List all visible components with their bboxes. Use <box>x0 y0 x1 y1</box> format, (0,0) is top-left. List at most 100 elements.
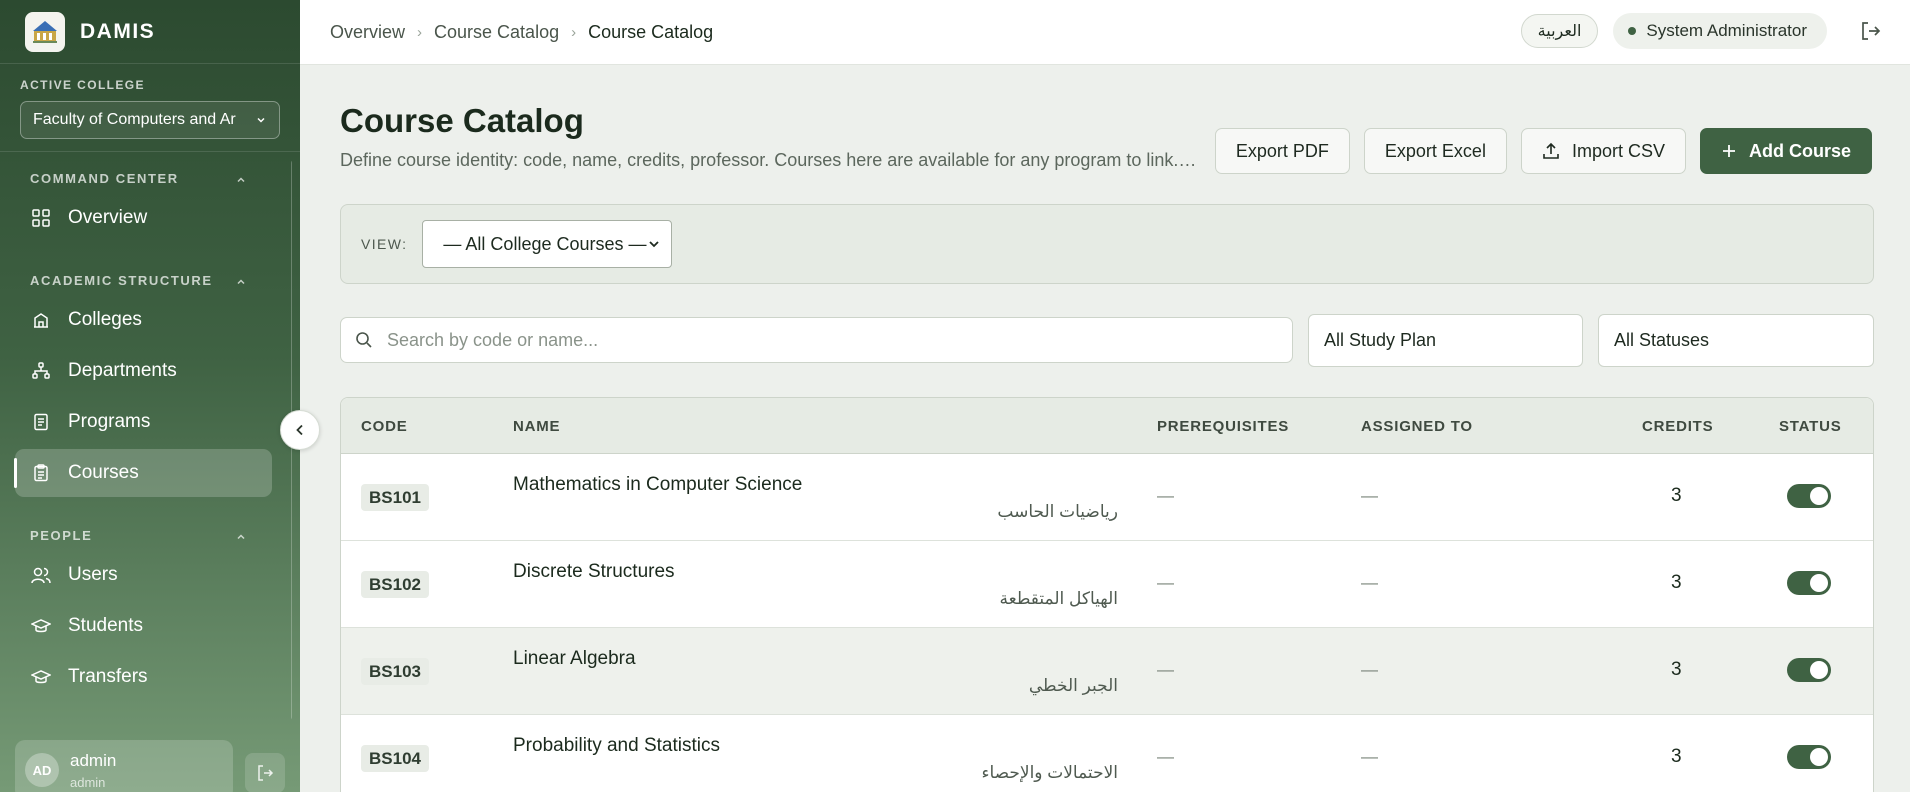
course-assigned-to: — <box>1361 747 1378 766</box>
course-assigned-to: — <box>1361 660 1378 679</box>
search-placeholder: Search by code or name... <box>387 329 599 350</box>
chevron-right-icon: › <box>571 23 577 41</box>
hierarchy-icon <box>31 361 51 381</box>
button-label: Export Excel <box>1384 140 1486 161</box>
sidebar-item-programs[interactable]: Programs <box>15 398 272 446</box>
upload-icon <box>1542 142 1560 160</box>
sidebar-nav: COMMAND CENTER Overview ACADEMIC STRUCTU… <box>0 152 292 724</box>
sidebar-item-users[interactable]: Users <box>15 551 272 599</box>
chevron-up-icon <box>237 279 245 285</box>
user-role: admin <box>70 774 106 790</box>
user-meta: admin admin <box>70 751 116 790</box>
active-college-select[interactable]: Faculty of Computers and Ar <box>20 101 280 139</box>
breadcrumb-item-course-catalog[interactable]: Course Catalog <box>434 22 559 43</box>
logout-button[interactable] <box>1855 16 1885 46</box>
section-command-center[interactable]: COMMAND CENTER <box>0 152 292 192</box>
header-assigned-to[interactable]: ASSIGNED TO <box>1361 418 1473 435</box>
header-status[interactable]: STATUS <box>1779 418 1842 435</box>
course-assigned-to: — <box>1361 486 1378 505</box>
chevron-down-icon <box>257 117 265 123</box>
course-prerequisites: — <box>1157 486 1174 505</box>
status-toggle[interactable] <box>1787 484 1831 508</box>
course-credits: 3 <box>1671 572 1682 593</box>
export-pdf-button[interactable]: Export PDF <box>1214 128 1350 174</box>
sidebar-item-overview[interactable]: Overview <box>15 194 272 242</box>
course-code: BS101 <box>361 484 429 511</box>
course-name-ar: الهياكل المتقطعة <box>999 589 1118 608</box>
search-icon <box>356 332 372 348</box>
course-name-ar: الاحتمالات والإحصاء <box>981 763 1118 782</box>
sidebar-item-courses[interactable]: Courses <box>14 449 272 497</box>
course-credits: 3 <box>1671 485 1682 506</box>
sidebar: DAMIS ACTIVE COLLEGE Faculty of Computer… <box>0 0 300 792</box>
user-pill-label: System Administrator <box>1646 21 1807 40</box>
building-icon <box>31 310 51 330</box>
status-toggle[interactable] <box>1787 658 1831 682</box>
sidebar-item-departments[interactable]: Departments <box>15 347 272 395</box>
status-filter[interactable]: All Statuses <box>1598 314 1874 367</box>
user-pill[interactable]: System Administrator <box>1613 13 1827 49</box>
view-panel: VIEW: — All College Courses — <box>340 204 1874 284</box>
course-assigned-to: — <box>1361 573 1378 592</box>
sidebar-item-label: Students <box>68 615 143 636</box>
active-college-value: Faculty of Computers and Ar <box>33 111 236 128</box>
user-card[interactable]: AD admin admin <box>15 740 233 792</box>
sidebar-item-label: Courses <box>68 462 139 483</box>
breadcrumb-item-overview[interactable]: Overview <box>330 22 405 43</box>
sidebar-item-label: Overview <box>68 207 148 228</box>
active-college-label: ACTIVE COLLEGE <box>20 78 145 92</box>
view-select-value: — All College Courses — <box>443 233 647 254</box>
header-name[interactable]: NAME <box>513 418 560 435</box>
export-excel-button[interactable]: Export Excel <box>1363 128 1507 174</box>
section-title: PEOPLE <box>30 528 93 543</box>
breadcrumb-current: Course Catalog <box>588 21 714 42</box>
section-people[interactable]: PEOPLE <box>0 509 292 549</box>
courses-table: CODE NAME PREREQUISITES ASSIGNED TO CRED… <box>340 397 1874 792</box>
search-input[interactable]: Search by code or name... <box>340 317 1293 363</box>
sidebar-collapse-button[interactable] <box>280 410 320 450</box>
view-select[interactable]: — All College Courses — <box>422 220 673 268</box>
table-row[interactable]: BS102 Discrete Structures الهياكل المتقط… <box>341 541 1873 628</box>
table-header: CODE NAME PREREQUISITES ASSIGNED TO CRED… <box>341 398 1873 454</box>
button-label: Export PDF <box>1235 140 1329 161</box>
breadcrumb: Overview › Course Catalog › Course Catal… <box>330 22 713 43</box>
sidebar-logout-button[interactable] <box>245 753 285 792</box>
grid-icon <box>31 208 51 228</box>
chevron-down-icon <box>649 241 660 248</box>
topbar-right: العربية System Administrator <box>1520 13 1885 49</box>
sidebar-item-students[interactable]: Students <box>15 602 272 650</box>
book-icon <box>31 412 51 432</box>
sidebar-item-colleges[interactable]: Colleges <box>15 296 272 344</box>
status-toggle[interactable] <box>1787 571 1831 595</box>
import-csv-button[interactable]: Import CSV <box>1520 128 1686 174</box>
header-prerequisites[interactable]: PREREQUISITES <box>1157 418 1289 435</box>
logout-icon <box>1862 22 1881 40</box>
header-credits[interactable]: CREDITS <box>1642 418 1713 435</box>
status-filter-value: All Statuses <box>1614 330 1710 350</box>
brand-header: DAMIS <box>0 0 300 64</box>
college-logo <box>25 11 65 52</box>
users-icon <box>31 565 51 585</box>
sidebar-item-label: Programs <box>68 411 151 432</box>
page-title: Course Catalog <box>340 102 584 139</box>
course-prerequisites: — <box>1157 573 1174 592</box>
sidebar-item-transfers[interactable]: Transfers <box>15 653 272 701</box>
sidebar-item-label: Departments <box>68 360 177 381</box>
language-toggle-button[interactable]: العربية <box>1520 14 1599 48</box>
add-course-button[interactable]: Add Course <box>1699 128 1872 174</box>
page-subtitle: Define course identity: code, name, cred… <box>340 150 1200 170</box>
course-credits: 3 <box>1671 746 1682 767</box>
header-code[interactable]: CODE <box>361 418 408 435</box>
status-toggle[interactable] <box>1787 745 1831 769</box>
section-title: ACADEMIC STRUCTURE <box>30 273 213 288</box>
avatar: AD <box>25 753 59 787</box>
sidebar-item-label: Users <box>68 564 118 585</box>
active-college-block: ACTIVE COLLEGE Faculty of Computers and … <box>0 64 300 152</box>
section-academic-structure[interactable]: ACADEMIC STRUCTURE <box>0 254 292 294</box>
chevron-right-icon: › <box>417 23 423 41</box>
table-row[interactable]: BS104 Probability and Statistics الاحتما… <box>341 715 1873 792</box>
study-plan-filter[interactable]: All Study Plan <box>1308 314 1583 367</box>
table-row[interactable]: BS101 Mathematics in Computer Science ري… <box>341 454 1873 541</box>
table-row[interactable]: BS103 Linear Algebra الجبر الخطي — — 3 <box>341 628 1873 715</box>
chevron-up-icon <box>237 177 245 183</box>
